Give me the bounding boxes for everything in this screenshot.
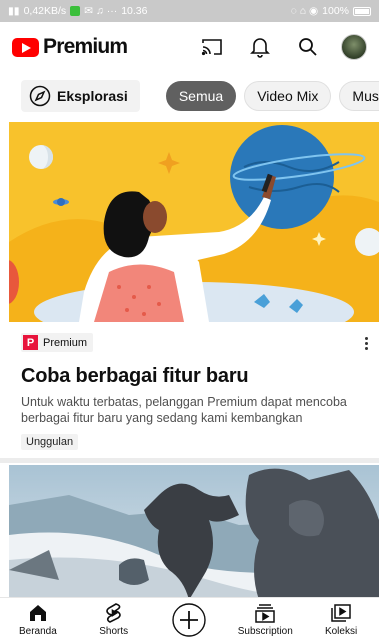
logo-text: Premium (43, 35, 128, 58)
premium-badge: P Premium (21, 333, 94, 352)
signal-icon: ▮▮ (8, 5, 20, 17)
featured-tag: Unggulan (21, 434, 79, 450)
explore-chip-label: Eksplorasi (57, 88, 128, 104)
premium-badge-label: Premium (43, 336, 88, 349)
bottom-navigation: Beranda Shorts Subscription Koleksi (0, 597, 379, 641)
notification-icons: ✉ ♫ ··· (84, 5, 118, 17)
nav-beranda-label: Beranda (18, 626, 57, 637)
notifications-button[interactable] (245, 32, 275, 62)
library-icon (331, 604, 351, 622)
account-avatar[interactable] (341, 34, 367, 60)
hero-thumbnail[interactable] (9, 122, 379, 322)
nav-koleksi[interactable]: Koleksi (303, 598, 379, 641)
status-icons: ◌ ⌂ ◉ (290, 5, 319, 17)
search-button[interactable] (293, 32, 323, 62)
nav-koleksi-label: Koleksi (324, 626, 358, 637)
nav-create[interactable] (152, 598, 228, 641)
status-bar: ▮▮ 0,42KB/s ✉ ♫ ··· 10.36 ◌ ⌂ ◉ 100% (0, 0, 379, 22)
premium-features-illustration (9, 122, 379, 322)
video-card-info: P Premium Coba berbagai fitur baru Untuk… (21, 333, 371, 450)
cast-icon (201, 39, 222, 56)
chip-semua[interactable]: Semua (165, 81, 237, 111)
youtube-logo-icon (12, 37, 39, 57)
nav-shorts-label: Shorts (99, 626, 129, 637)
dragon-scene-image (9, 465, 379, 600)
youtube-premium-logo[interactable]: Premium (12, 35, 128, 59)
home-icon (29, 605, 46, 621)
explore-chip[interactable]: Eksplorasi (21, 80, 140, 112)
search-icon (299, 38, 317, 56)
nav-beranda[interactable]: Beranda (0, 598, 76, 641)
status-time: 10.36 (121, 5, 148, 17)
chip-musik[interactable]: Musik (339, 81, 379, 111)
video-thumbnail-2[interactable] (9, 465, 379, 600)
app-header: Premium (0, 22, 379, 72)
nav-shorts[interactable]: Shorts (76, 598, 152, 641)
chip-video-mix[interactable]: Video Mix (244, 81, 332, 111)
subscriptions-icon (255, 604, 276, 623)
bell-icon (250, 38, 270, 58)
cast-button[interactable] (197, 32, 227, 62)
section-separator (0, 458, 379, 463)
shorts-icon (105, 603, 121, 623)
app-notification-icon (70, 6, 81, 16)
more-options-button[interactable] (359, 333, 373, 353)
create-icon (172, 602, 207, 637)
premium-badge-icon: P (23, 335, 38, 350)
filter-chips-bar: Eksplorasi Semua Video Mix Musik (0, 78, 379, 114)
card-title[interactable]: Coba berbagai fitur baru (21, 365, 371, 388)
card-description: Untuk waktu terbatas, pelanggan Premium … (21, 395, 347, 425)
battery-icon (353, 6, 371, 16)
compass-icon (29, 85, 51, 107)
nav-subscription[interactable]: Subscription (227, 598, 303, 641)
network-speed: 0,42KB/s (23, 5, 67, 17)
nav-subscription-label: Subscription (237, 626, 293, 637)
battery-percent: 100% (322, 5, 349, 17)
